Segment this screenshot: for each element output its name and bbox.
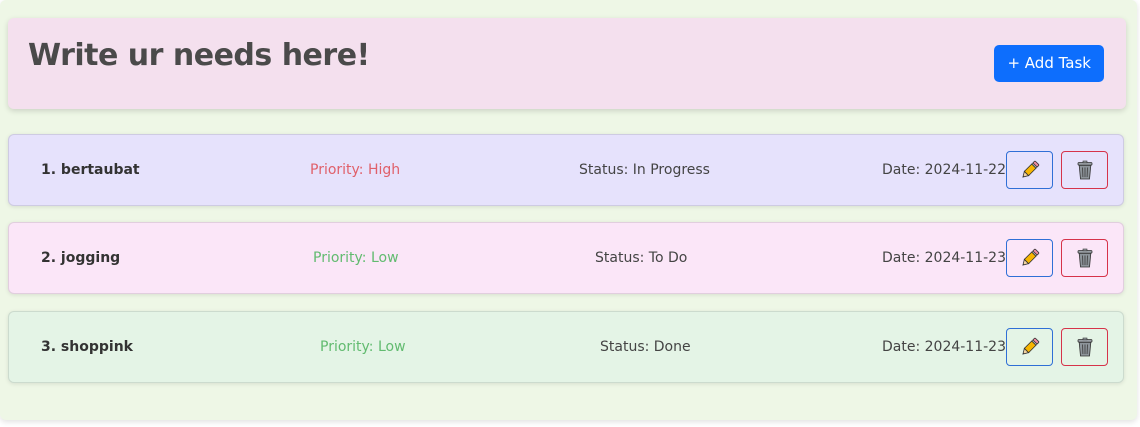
pencil-icon [1019,336,1041,358]
task-priority: Priority: Low [320,339,406,355]
task-item: 3. shoppink Priority: Low Status: Done D… [8,311,1124,383]
task-date: Date: 2024-11-23 [882,339,1006,355]
task-item: 1. bertaubat Priority: High Status: In P… [8,134,1124,206]
edit-task-button[interactable] [1006,151,1053,189]
trash-icon [1074,159,1096,181]
trash-icon [1074,336,1096,358]
task-name: 3. shoppink [41,339,133,355]
task-priority: Priority: Low [313,250,399,266]
page-container: Write ur needs here! + Add Task 1. berta… [0,0,1137,420]
task-status: Status: To Do [595,250,688,266]
task-name: 2. jogging [41,250,121,266]
delete-task-button[interactable] [1061,239,1108,277]
task-date: Date: 2024-11-22 [882,162,1006,178]
delete-task-button[interactable] [1061,151,1108,189]
task-name: 1. bertaubat [41,162,140,178]
add-task-button[interactable]: + Add Task [994,45,1104,82]
edit-task-button[interactable] [1006,239,1053,277]
task-status: Status: In Progress [579,162,710,178]
pencil-icon [1019,159,1041,181]
delete-task-button[interactable] [1061,328,1108,366]
task-status: Status: Done [600,339,691,355]
header-card: Write ur needs here! + Add Task [8,18,1126,109]
page-title: Write ur needs here! [28,38,370,73]
pencil-icon [1019,247,1041,269]
task-date: Date: 2024-11-23 [882,250,1006,266]
trash-icon [1074,247,1096,269]
edit-task-button[interactable] [1006,328,1053,366]
task-item: 2. jogging Priority: Low Status: To Do D… [8,222,1124,294]
task-priority: Priority: High [310,162,401,178]
